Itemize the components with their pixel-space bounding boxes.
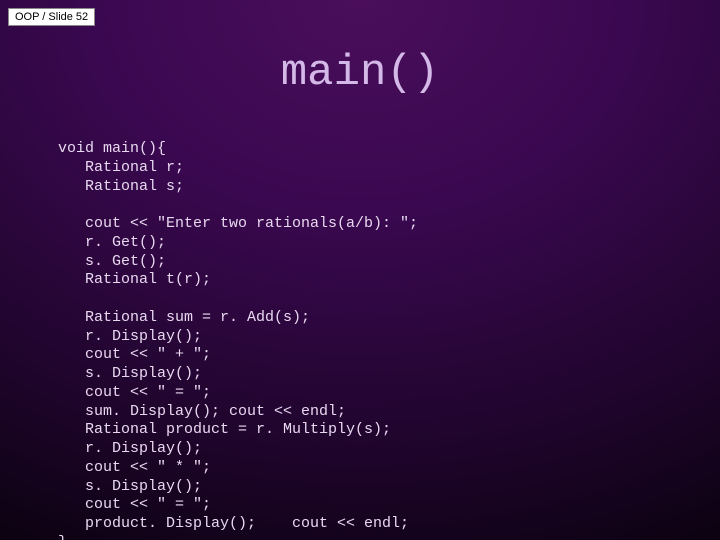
code-line: cout << " = "; xyxy=(58,384,211,401)
code-line: } xyxy=(58,534,67,540)
code-line: Rational s; xyxy=(58,178,184,195)
code-line: Rational r; xyxy=(58,159,184,176)
code-line: r. Get(); xyxy=(58,234,166,251)
code-line: product. Display(); cout << endl; xyxy=(58,515,409,532)
code-line: Rational t(r); xyxy=(58,271,211,288)
code-line: Rational sum = r. Add(s); xyxy=(58,309,310,326)
slide-label: OOP / Slide 52 xyxy=(8,8,95,26)
code-line: Rational product = r. Multiply(s); xyxy=(58,421,391,438)
slide: OOP / Slide 52 main() void main(){ Ratio… xyxy=(0,0,720,540)
code-line: s. Display(); xyxy=(58,365,202,382)
code-block: void main(){ Rational r; Rational s; cou… xyxy=(58,140,418,540)
code-line: void main(){ xyxy=(58,140,166,157)
code-line: r. Display(); xyxy=(58,440,202,457)
slide-title: main() xyxy=(0,48,720,98)
code-line: cout << " + "; xyxy=(58,346,211,363)
code-line: s. Get(); xyxy=(58,253,166,270)
code-line: cout << " * "; xyxy=(58,459,211,476)
code-line: sum. Display(); cout << endl; xyxy=(58,403,346,420)
code-line: cout << "Enter two rationals(a/b): "; xyxy=(58,215,418,232)
code-line: s. Display(); xyxy=(58,478,202,495)
code-line: cout << " = "; xyxy=(58,496,211,513)
code-line: r. Display(); xyxy=(58,328,202,345)
